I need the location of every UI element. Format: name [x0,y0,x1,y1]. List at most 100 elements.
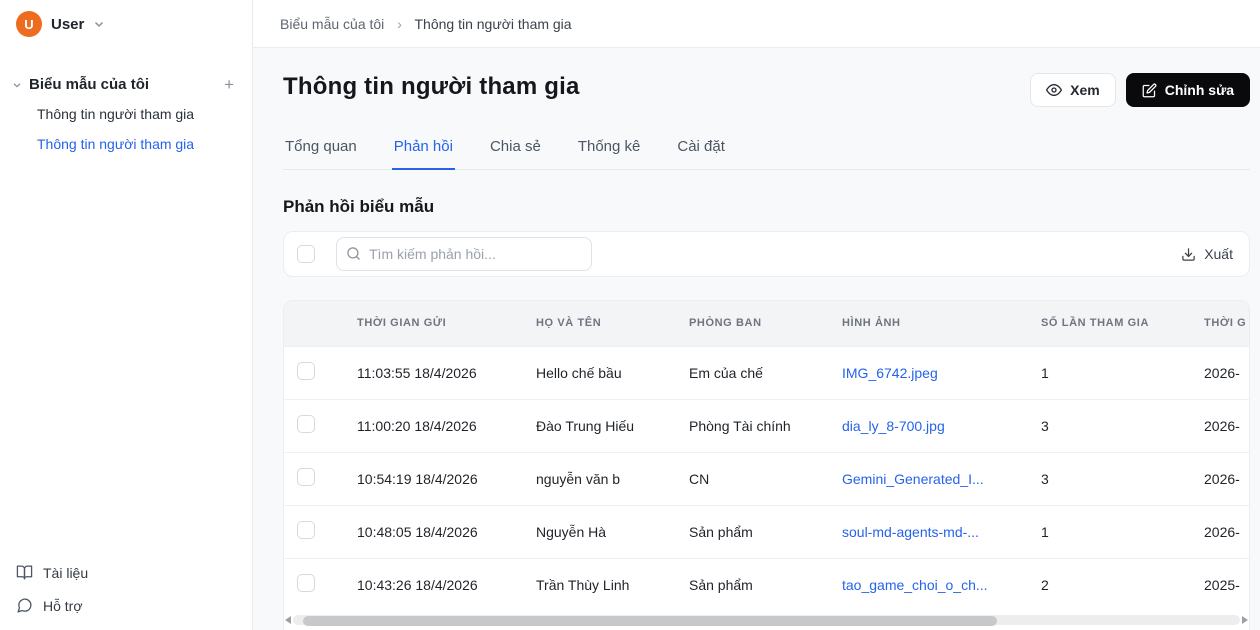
table-row: 10:54:19 18/4/2026nguyễn văn bCNGemini_G… [284,452,1250,505]
sidebar: U User Biểu mẫu của tôi + Thông tin ngườ… [0,0,253,630]
scrollbar-track[interactable] [293,615,1240,625]
tab-3[interactable]: Chia sẻ [488,130,543,170]
file-link[interactable]: Gemini_Generated_I... [842,452,1041,505]
search-input[interactable] [336,237,592,271]
download-icon [1181,247,1196,262]
cell-time: 11:00:20 18/4/2026 [357,399,536,452]
sidebar-item-form-2[interactable]: Thông tin người tham gia [0,129,252,159]
book-icon [16,564,33,581]
row-checkbox[interactable] [297,415,315,433]
sidebar-item-label: Hỗ trợ [43,598,83,614]
table-row: 10:48:05 18/4/2026Nguyễn HàSản phẩmsoul-… [284,505,1250,558]
column-header: THỜI G [1204,301,1250,346]
edit-button-label: Chỉnh sửa [1165,82,1234,98]
cell-dept: Em của chế [689,346,842,399]
column-header: HỌ VÀ TÊN [536,301,689,346]
sidebar-item-docs[interactable]: Tài liệu [16,556,236,589]
breadcrumb-bar: Biểu mẫu của tôi › Thông tin người tham … [253,0,1260,48]
horizontal-scrollbar[interactable] [285,614,1248,626]
cell-count: 1 [1041,346,1204,399]
file-link[interactable]: IMG_6742.jpeg [842,346,1041,399]
sidebar-section-forms[interactable]: Biểu mẫu của tôi + [0,66,252,99]
cell-extra: 2026- [1204,399,1250,452]
cell-extra: 2026- [1204,505,1250,558]
view-button-label: Xem [1070,82,1100,98]
cell-dept: Sản phẩm [689,505,842,558]
chat-icon [16,597,33,614]
edit-icon [1142,83,1157,98]
main-content: Thông tin người tham gia Xem Chỉnh sửa T… [253,48,1260,630]
cell-name: Hello chế bầu [536,346,689,399]
breadcrumb-current: Thông tin người tham gia [415,16,572,32]
edit-button[interactable]: Chỉnh sửa [1126,73,1250,107]
table-header-row: THỜI GIAN GỬIHỌ VÀ TÊNPHÒNG BANHÌNH ẢNHS… [284,301,1250,346]
row-checkbox-cell [284,558,357,611]
cell-count: 1 [1041,505,1204,558]
add-form-button[interactable]: + [222,76,236,93]
table-row: 11:00:20 18/4/2026Đào Trung HiếuPhòng Tà… [284,399,1250,452]
column-header: PHÒNG BAN [689,301,842,346]
cell-time: 10:54:19 18/4/2026 [357,452,536,505]
file-link[interactable]: tao_game_choi_o_ch... [842,558,1041,611]
user-menu[interactable]: U User [0,0,252,48]
scrollbar-thumb[interactable] [303,616,997,626]
cell-name: nguyễn văn b [536,452,689,505]
breadcrumb-parent[interactable]: Biểu mẫu của tôi [280,16,384,32]
tab-2[interactable]: Phản hồi [392,130,455,170]
row-checkbox-cell [284,452,357,505]
cell-dept: Sản phẩm [689,558,842,611]
cell-extra: 2026- [1204,346,1250,399]
view-button[interactable]: Xem [1030,73,1116,107]
responses-toolbar: Xuất [283,231,1250,277]
file-link[interactable]: soul-md-agents-md-... [842,505,1041,558]
breadcrumb: Biểu mẫu của tôi › Thông tin người tham … [280,16,572,32]
chevron-down-icon [12,80,22,90]
scroll-right-arrow-icon[interactable] [1242,616,1248,624]
row-checkbox-cell [284,505,357,558]
cell-time: 11:03:55 18/4/2026 [357,346,536,399]
tab-1[interactable]: Tổng quan [283,130,359,170]
export-button-label: Xuất [1204,246,1233,262]
tabs: Tổng quan Phản hồi Chia sẻ Thống kê Cài đặt [283,130,1250,170]
select-all-checkbox[interactable] [297,245,315,263]
column-header: THỜI GIAN GỬI [357,301,536,346]
breadcrumb-separator: › [397,16,402,32]
row-checkbox-cell [284,399,357,452]
sidebar-section-label: Biểu mẫu của tôi [29,76,215,93]
row-checkbox[interactable] [297,362,315,380]
sidebar-item-support[interactable]: Hỗ trợ [16,589,236,622]
cell-name: Trần Thùy Linh [536,558,689,611]
row-checkbox[interactable] [297,468,315,486]
cell-count: 3 [1041,399,1204,452]
cell-name: Đào Trung Hiếu [536,399,689,452]
table-row: 11:03:55 18/4/2026Hello chế bầuEm của ch… [284,346,1250,399]
table-header-checkbox-cell [284,301,357,346]
eye-icon [1046,82,1062,98]
export-button[interactable]: Xuất [1181,246,1233,262]
column-header: HÌNH ẢNH [842,301,1041,346]
cell-name: Nguyễn Hà [536,505,689,558]
page-title: Thông tin người tham gia [283,73,580,101]
responses-table-card: THỜI GIAN GỬIHỌ VÀ TÊNPHÒNG BANHÌNH ẢNH S… [283,300,1250,630]
row-checkbox[interactable] [297,521,315,539]
row-checkbox-cell [284,346,357,399]
sidebar-item-form-1[interactable]: Thông tin người tham gia [0,99,252,129]
table-row: 10:43:26 18/4/2026Trần Thùy LinhSản phẩm… [284,558,1250,611]
avatar: U [16,11,42,37]
user-name: User [51,16,84,33]
cell-time: 10:48:05 18/4/2026 [357,505,536,558]
search-box [336,237,592,271]
tab-4[interactable]: Thống kê [576,130,643,170]
cell-extra: 2026- [1204,452,1250,505]
file-link[interactable]: dia_ly_8-700.jpg [842,399,1041,452]
responses-table: THỜI GIAN GỬIHỌ VÀ TÊNPHÒNG BANHÌNH ẢNH S… [284,301,1250,611]
responses-section-title: Phản hồi biểu mẫu [283,197,1260,217]
row-checkbox[interactable] [297,574,315,592]
tab-5[interactable]: Cài đặt [675,130,727,170]
sidebar-nav: Thông tin người tham giaThông tin người … [0,99,252,159]
cell-count: 3 [1041,452,1204,505]
sidebar-item-label: Tài liệu [43,565,88,581]
scroll-left-arrow-icon[interactable] [285,616,291,624]
cell-count: 2 [1041,558,1204,611]
chevron-down-icon [93,18,105,30]
